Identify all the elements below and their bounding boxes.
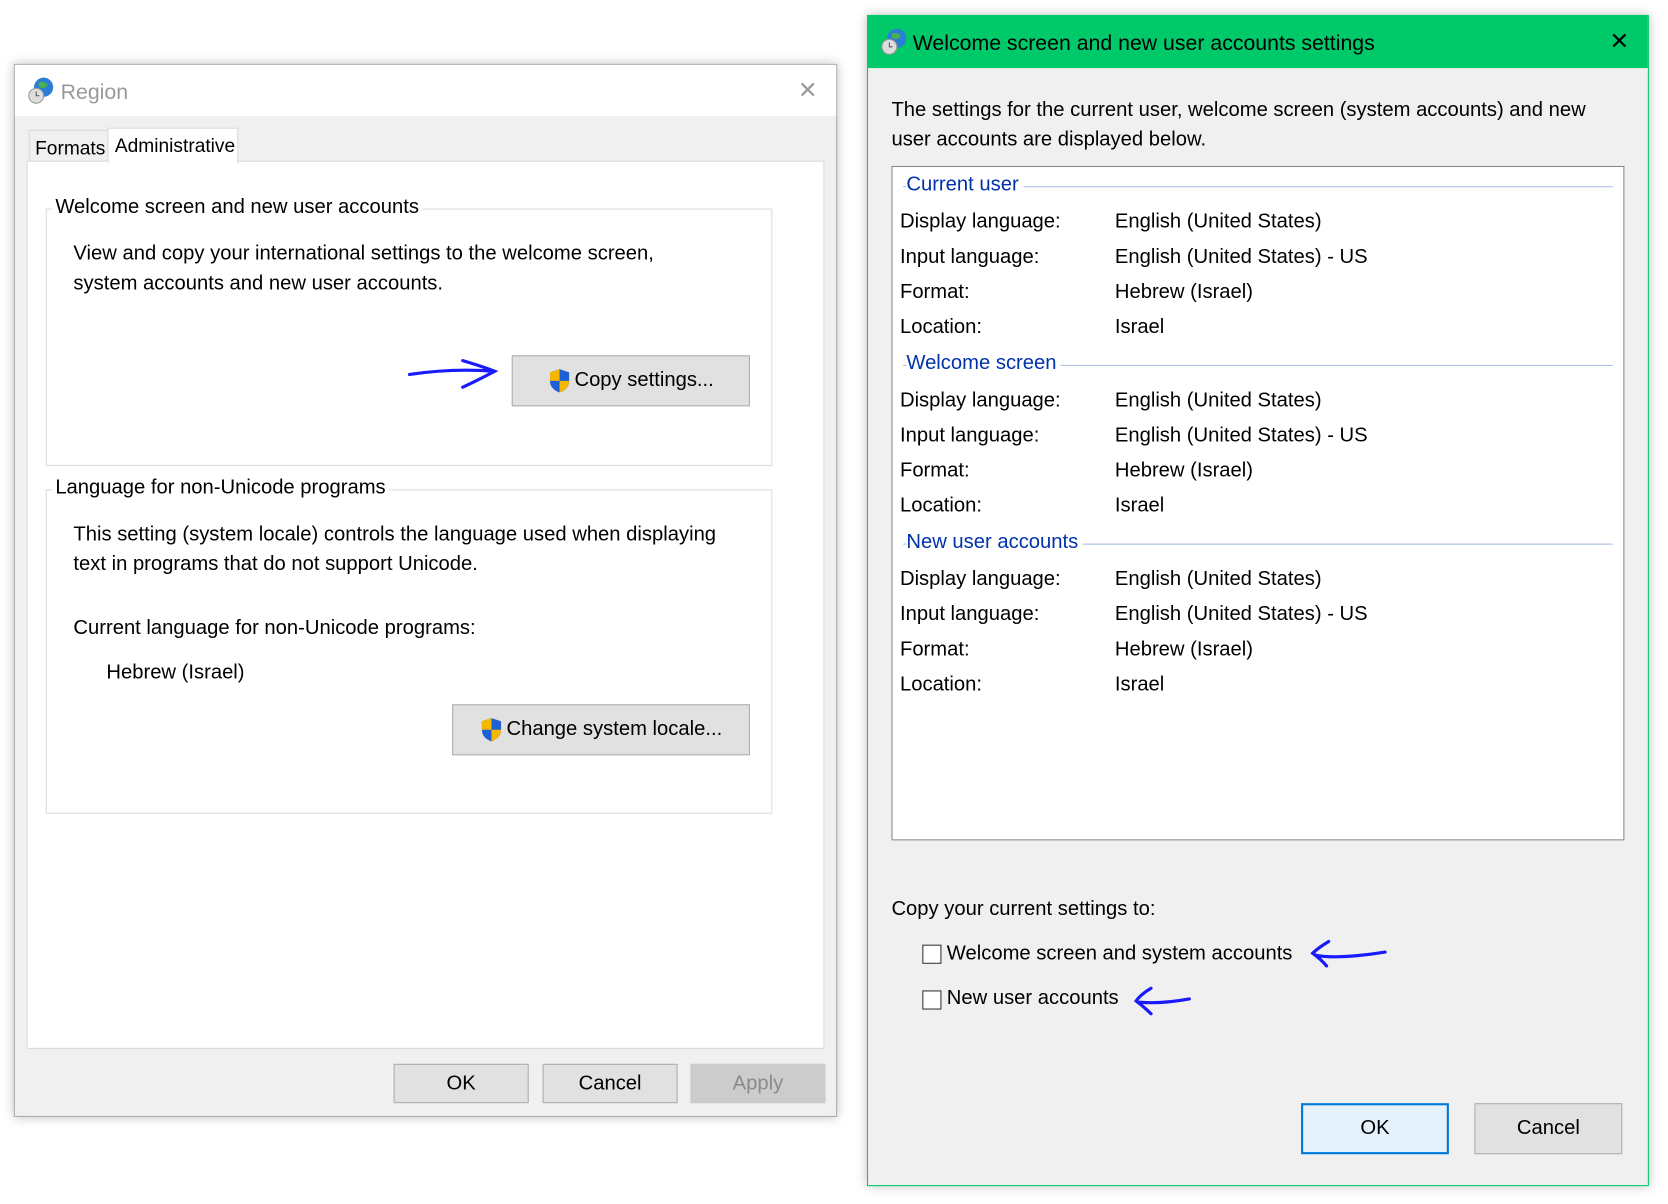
setting-value: Hebrew (Israel) bbox=[1114, 280, 1254, 304]
section-heading: Welcome screen bbox=[903, 352, 1613, 378]
button-label: Copy settings... bbox=[574, 369, 714, 392]
welcome-screen-checkbox[interactable] bbox=[922, 944, 942, 964]
setting-value: Hebrew (Israel) bbox=[1114, 459, 1254, 482]
ok-button[interactable]: OK bbox=[1301, 1103, 1449, 1155]
tab-label: Formats bbox=[35, 137, 106, 159]
description: system accounts and new user accounts. bbox=[73, 272, 444, 295]
uac-shield-icon bbox=[550, 369, 570, 393]
setting-value: English (United States) - US bbox=[1114, 603, 1368, 626]
annotation-arrow bbox=[1310, 939, 1387, 968]
section-title: Current user bbox=[906, 173, 1023, 197]
group-label: Language for non-Unicode programs bbox=[52, 476, 389, 500]
setting-label: Format: bbox=[899, 638, 970, 661]
setting-label: Input language: bbox=[899, 245, 1040, 269]
setting-label: Location: bbox=[899, 673, 983, 696]
setting-value: English (United States) - US bbox=[1114, 424, 1368, 447]
annotation-arrow bbox=[1133, 986, 1191, 1016]
close-icon[interactable]: ✕ bbox=[798, 77, 818, 104]
cancel-button[interactable]: Cancel bbox=[1474, 1103, 1623, 1155]
button-label: Change system locale... bbox=[506, 718, 723, 741]
tab-panel: Welcome screen and new user accounts Vie… bbox=[26, 160, 825, 1049]
setting-value: English (United States) bbox=[1114, 210, 1322, 233]
setting-value: Hebrew (Israel) bbox=[1114, 638, 1254, 661]
description: This setting (system locale) controls th… bbox=[73, 523, 717, 546]
setting-value: Israel bbox=[1114, 315, 1165, 339]
checkbox-label[interactable]: New user accounts bbox=[947, 986, 1119, 1012]
tab-formats[interactable]: Formats bbox=[28, 129, 109, 161]
setting-label: Display language: bbox=[899, 210, 1061, 233]
current-language-label: Current language for non-Unicode program… bbox=[73, 617, 476, 640]
region-window: Region ✕ Formats Administrative Welcome … bbox=[13, 63, 838, 1117]
setting-value: Israel bbox=[1114, 494, 1165, 518]
copy-settings-button[interactable]: Copy settings... bbox=[511, 355, 750, 407]
tab-label: Administrative bbox=[114, 135, 236, 157]
annotation-arrow bbox=[407, 359, 499, 389]
setting-label: Format: bbox=[899, 280, 970, 304]
setting-value: English (United States) bbox=[1114, 568, 1322, 591]
setting-label: Location: bbox=[899, 494, 983, 518]
copy-label: Copy your current settings to: bbox=[891, 897, 1156, 921]
setting-value: English (United States) bbox=[1114, 389, 1322, 412]
globe-clock-icon bbox=[28, 77, 54, 104]
checkbox-label[interactable]: Welcome screen and system accounts bbox=[947, 941, 1293, 967]
title-bar: Region ✕ bbox=[14, 64, 837, 116]
intro-text: user accounts are displayed below. bbox=[891, 128, 1207, 152]
section-title: Welcome screen bbox=[906, 352, 1061, 376]
apply-button[interactable]: Apply bbox=[690, 1063, 826, 1104]
change-system-locale-button[interactable]: Change system locale... bbox=[452, 704, 750, 756]
cancel-button[interactable]: Cancel bbox=[542, 1063, 678, 1104]
setting-label: Format: bbox=[899, 459, 970, 482]
setting-value: Israel bbox=[1114, 673, 1165, 696]
title-bar: Welcome screen and new user accounts set… bbox=[868, 15, 1648, 69]
section-heading: Current user bbox=[903, 173, 1613, 199]
new-user-accounts-checkbox[interactable] bbox=[922, 990, 942, 1010]
window-title: Welcome screen and new user accounts set… bbox=[912, 31, 1375, 56]
tab-administrative[interactable]: Administrative bbox=[107, 127, 239, 163]
setting-label: Input language: bbox=[899, 603, 1040, 626]
globe-clock-icon bbox=[881, 28, 907, 55]
intro-text: The settings for the current user, welco… bbox=[891, 98, 1586, 122]
setting-value: English (United States) - US bbox=[1114, 245, 1368, 269]
uac-shield-icon bbox=[482, 718, 502, 742]
setting-label: Display language: bbox=[899, 568, 1061, 591]
current-language-value: Hebrew (Israel) bbox=[106, 661, 245, 685]
section-title: New user accounts bbox=[906, 530, 1083, 555]
ok-button[interactable]: OK bbox=[393, 1063, 529, 1104]
setting-label: Location: bbox=[899, 315, 983, 339]
setting-label: Input language: bbox=[899, 424, 1040, 447]
settings-window: Welcome screen and new user accounts set… bbox=[866, 14, 1649, 1187]
group-label: Welcome screen and new user accounts bbox=[52, 195, 423, 220]
description: text in programs that do not support Uni… bbox=[73, 553, 478, 576]
setting-label: Display language: bbox=[899, 389, 1061, 412]
section-heading: New user accounts bbox=[903, 530, 1613, 557]
settings-summary-box: Current user Display language: English (Un… bbox=[891, 165, 1625, 841]
close-icon[interactable]: ✕ bbox=[1610, 28, 1630, 55]
window-title: Region bbox=[60, 80, 129, 105]
description: View and copy your international setting… bbox=[73, 242, 654, 265]
